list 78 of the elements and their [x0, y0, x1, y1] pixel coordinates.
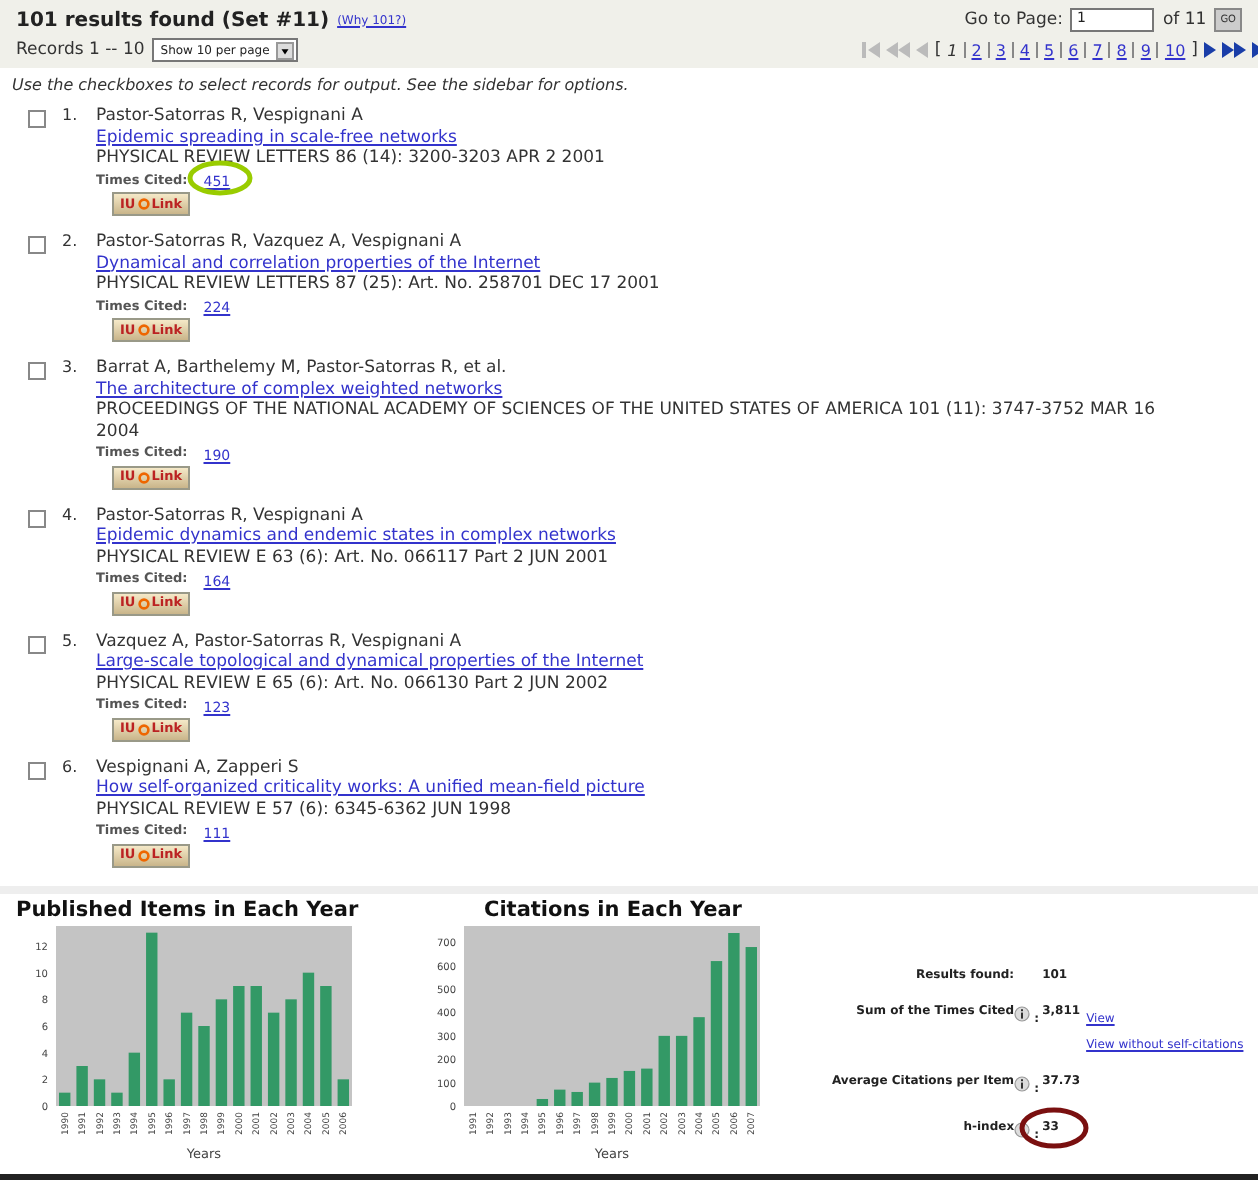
source: PROCEEDINGS OF THE NATIONAL ACADEMY OF SCIENCES OF THE UNITED STATES OF AMERICA 101 (11): 3747-3752 MAR 16 2004	[96, 400, 1158, 442]
record-number: 1.	[60, 106, 80, 124]
bar	[571, 1091, 583, 1106]
record-number: 2.	[60, 232, 80, 250]
bar	[554, 1089, 566, 1106]
info-icon[interactable]	[1014, 1075, 1031, 1091]
bar	[59, 1092, 71, 1106]
results-title: 101 results found (Set #11)	[16, 9, 330, 31]
bracket: ]	[1191, 40, 1198, 60]
bar	[111, 1092, 123, 1106]
authors: Pastor-Satorras R, Vazquez A, Vespignani A	[96, 232, 464, 253]
ring-icon	[137, 723, 150, 735]
record-number: 6.	[60, 757, 80, 775]
bar	[76, 1066, 88, 1106]
article-title-link[interactable]: The architecture of complex weighted networks	[96, 379, 503, 400]
record-checkbox[interactable]	[28, 635, 46, 653]
article-title-link[interactable]: Epidemic spreading in scale-free networks	[96, 127, 457, 148]
page-link[interactable]: 9	[1140, 41, 1151, 59]
ring-icon	[137, 324, 150, 336]
bar	[320, 986, 332, 1106]
source: PHYSICAL REVIEW LETTERS 86 (14): 3200-3203 APR 2 2001	[96, 148, 607, 169]
bar	[163, 1079, 175, 1106]
page-count: of 11	[1162, 10, 1207, 30]
chart-title: Published Items in Each Year	[16, 898, 361, 922]
bar	[198, 1026, 210, 1106]
bar	[233, 986, 245, 1106]
authors: Barrat A, Barthelemy M, Pastor-Satorras R, et al.	[96, 358, 509, 379]
info-icon[interactable]	[1014, 1005, 1031, 1021]
source: PHYSICAL REVIEW LETTERS 87 (25): Art. No. 258701 DEC 17 2001	[96, 274, 662, 295]
page-link[interactable]: 4	[1019, 41, 1031, 59]
article-title-link[interactable]: Dynamical and correlation properties of the Internet	[96, 253, 541, 274]
records-range: Records 1 -- 10	[16, 40, 145, 60]
page-link[interactable]: 1	[947, 41, 958, 59]
bar	[693, 1017, 705, 1106]
article-title-link[interactable]: Large-scale topological and dynamical properties of the Internet	[96, 652, 644, 673]
goto-label: Go to Page:	[964, 10, 1063, 30]
ring-icon	[137, 198, 150, 210]
record-checkbox[interactable]	[28, 761, 46, 779]
source: PHYSICAL REVIEW E 63 (6): Art. No. 066117 Part 2 JUN 2001	[96, 547, 611, 568]
bar	[536, 1099, 549, 1106]
page-link[interactable]: 5	[1044, 41, 1055, 59]
bar	[285, 999, 297, 1106]
record-checkbox[interactable]	[28, 236, 46, 254]
page-link[interactable]: 3	[995, 41, 1006, 59]
page-link[interactable]: 6	[1068, 41, 1079, 59]
record-checkbox[interactable]	[28, 362, 46, 380]
ring-icon	[137, 597, 150, 609]
record-checkbox[interactable]	[28, 509, 46, 527]
caret-icon	[275, 41, 294, 59]
page-link[interactable]: 2	[971, 41, 982, 59]
page-link[interactable]: 8	[1116, 41, 1127, 59]
authors: Pastor-Satorras R, Vespignani A	[96, 106, 365, 127]
page-link[interactable]: 7	[1092, 41, 1103, 59]
bar	[641, 1068, 653, 1106]
chart-title: Citations in Each Year	[482, 898, 744, 922]
bar	[250, 986, 262, 1106]
record-number: 3.	[60, 358, 80, 376]
record-number: 4.	[60, 505, 80, 523]
authors: Vazquez A, Pastor-Satorras R, Vespignani A	[96, 631, 464, 652]
bracket: [	[934, 40, 942, 60]
article-title-link[interactable]: Epidemic dynamics and endemic states in complex networks	[96, 526, 616, 547]
ring-icon	[137, 471, 150, 483]
page-link[interactable]: 10	[1164, 41, 1186, 59]
bar	[606, 1077, 618, 1106]
right-arrow-icon[interactable]	[1204, 40, 1216, 60]
authors: Vespignani A, Zapperi S	[96, 757, 301, 778]
source: PHYSICAL REVIEW E 57 (6): 6345-6362 JUN 1998	[96, 799, 514, 820]
article-title-link[interactable]: How self-organized criticality works: A unified mean-field picture	[96, 778, 645, 799]
instructions: Use the checkboxes to select records for output. See the sidebar for options.	[10, 74, 631, 98]
authors: Pastor-Satorras R, Vespignani A	[96, 505, 365, 526]
ring-icon	[137, 849, 150, 861]
highlight-circle	[185, 160, 254, 196]
double-right-arrow-icon[interactable]	[1222, 40, 1246, 60]
highlight-circle	[1018, 1105, 1091, 1149]
bar	[658, 1035, 670, 1106]
record-checkbox[interactable]	[28, 110, 46, 128]
source: PHYSICAL REVIEW E 65 (6): Art. No. 066130 Part 2 JUN 2002	[96, 673, 611, 694]
record-number: 5.	[60, 631, 80, 649]
